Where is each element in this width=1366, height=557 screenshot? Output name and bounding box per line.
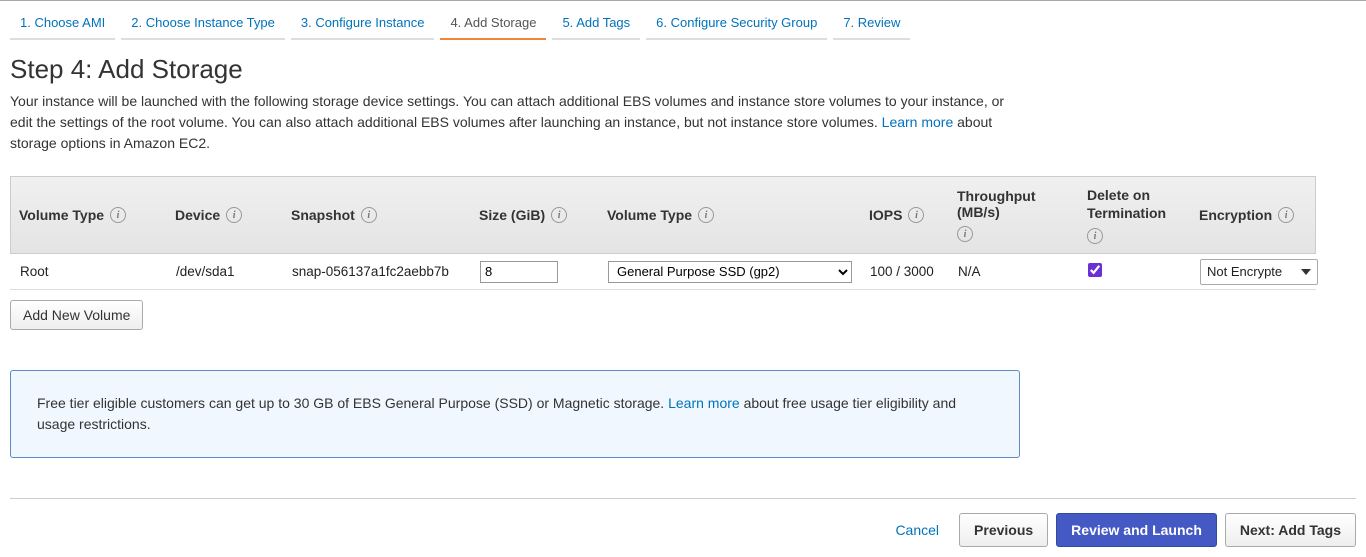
encryption-select[interactable]: Not Encrypte: [1200, 259, 1318, 285]
page-title: Step 4: Add Storage: [10, 54, 1356, 85]
info-icon[interactable]: i: [361, 207, 377, 223]
info-icon[interactable]: i: [551, 207, 567, 223]
th-snapshot: Snapshot: [291, 207, 355, 223]
th-throughput: Throughput (MB/s): [957, 188, 1071, 220]
cancel-button[interactable]: Cancel: [883, 514, 951, 546]
tab-add-storage[interactable]: 4. Add Storage: [440, 9, 546, 40]
previous-button[interactable]: Previous: [959, 513, 1048, 547]
cell-snapshot: snap-056137a1fc2aebb7b: [282, 264, 470, 279]
info-icon[interactable]: i: [110, 207, 126, 223]
info-icon[interactable]: i: [957, 226, 973, 242]
tab-choose-ami[interactable]: 1. Choose AMI: [10, 9, 115, 40]
caret-down-icon: [1301, 269, 1311, 275]
cell-iops: 100 / 3000: [860, 264, 948, 279]
tab-add-tags[interactable]: 5. Add Tags: [552, 9, 640, 40]
next-button[interactable]: Next: Add Tags: [1225, 513, 1356, 547]
encryption-value: Not Encrypte: [1207, 264, 1282, 279]
add-new-volume-button[interactable]: Add New Volume: [10, 300, 143, 330]
tab-configure-instance[interactable]: 3. Configure Instance: [291, 9, 435, 40]
th-iops: IOPS: [869, 207, 902, 223]
tab-instance-type[interactable]: 2. Choose Instance Type: [121, 9, 285, 40]
info-icon[interactable]: i: [226, 207, 242, 223]
infobox-learn-more-link[interactable]: Learn more: [668, 395, 740, 411]
delete-on-termination-checkbox[interactable]: [1088, 263, 1102, 277]
info-icon[interactable]: i: [908, 207, 924, 223]
cell-device: /dev/sda1: [166, 264, 282, 279]
free-tier-info-box: Free tier eligible customers can get up …: [10, 370, 1020, 458]
th-encryption: Encryption: [1199, 207, 1272, 223]
info-icon[interactable]: i: [1278, 207, 1294, 223]
table-row: Root /dev/sda1 snap-056137a1fc2aebb7b Ge…: [10, 254, 1316, 290]
size-input[interactable]: [480, 261, 558, 283]
table-header: Volume Typei Devicei Snapshoti Size (GiB…: [10, 176, 1316, 254]
storage-table: Volume Typei Devicei Snapshoti Size (GiB…: [10, 176, 1316, 290]
info-icon[interactable]: i: [1087, 228, 1103, 244]
th-delete: Delete on Termination: [1087, 186, 1183, 222]
page-description: Your instance will be launched with the …: [10, 91, 1020, 154]
th-size: Size (GiB): [479, 207, 545, 223]
footer: Cancel Previous Review and Launch Next: …: [10, 498, 1356, 547]
th-volume-type: Volume Type: [19, 207, 104, 223]
th-device: Device: [175, 207, 220, 223]
review-and-launch-button[interactable]: Review and Launch: [1056, 513, 1217, 547]
tab-security-group[interactable]: 6. Configure Security Group: [646, 9, 827, 40]
info-icon[interactable]: i: [698, 207, 714, 223]
learn-more-link[interactable]: Learn more: [882, 114, 954, 130]
tab-review[interactable]: 7. Review: [833, 9, 910, 40]
cell-volume-type: Root: [10, 264, 166, 279]
cell-throughput: N/A: [948, 264, 1078, 279]
desc-text-1: Your instance will be launched with the …: [10, 93, 1004, 130]
wizard-tabs: 1. Choose AMI 2. Choose Instance Type 3.…: [0, 1, 1366, 40]
infobox-text-1: Free tier eligible customers can get up …: [37, 395, 668, 411]
th-volume-type-2: Volume Type: [607, 207, 692, 223]
volume-type-select[interactable]: General Purpose SSD (gp2): [608, 261, 852, 283]
